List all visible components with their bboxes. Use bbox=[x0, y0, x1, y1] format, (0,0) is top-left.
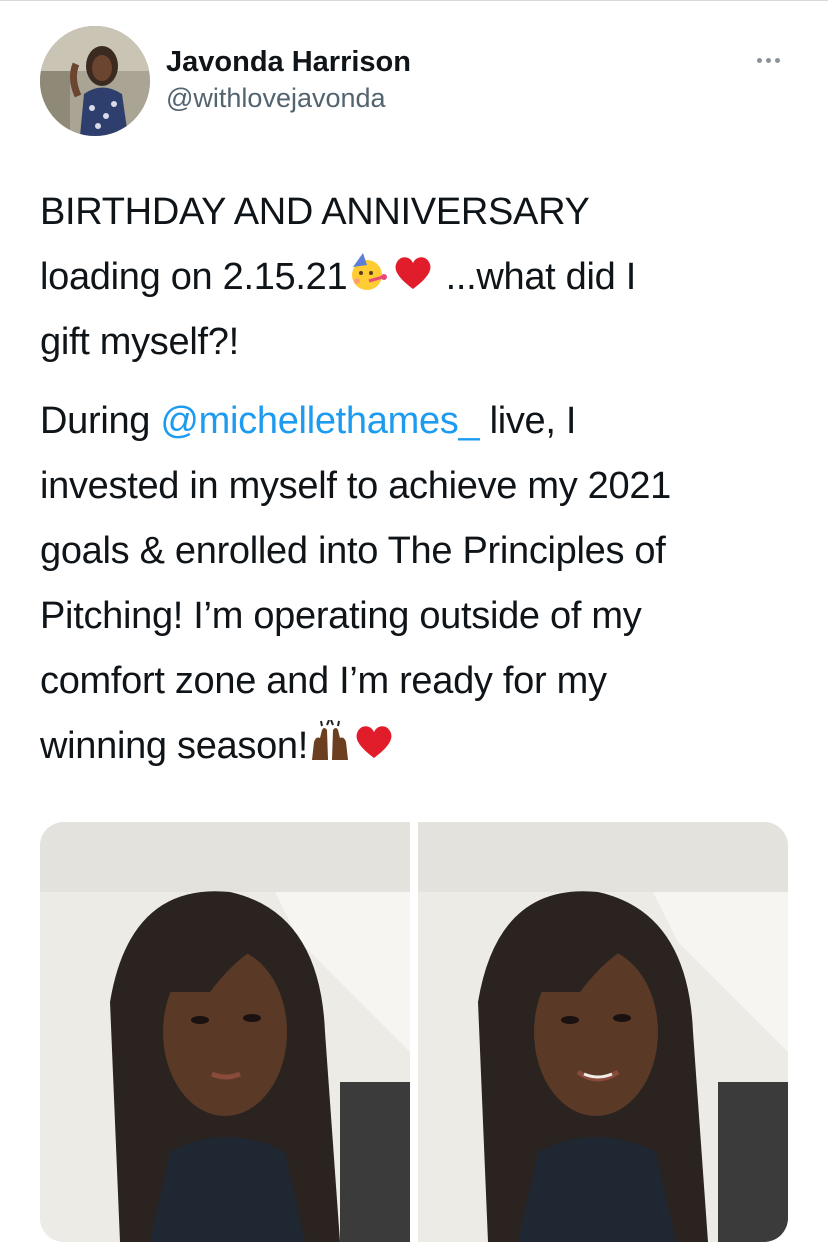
top-divider bbox=[0, 0, 828, 1]
selfie-photo-1[interactable] bbox=[40, 822, 410, 1242]
tweet-line: goals & enrolled into The Principles of bbox=[40, 530, 666, 572]
dot bbox=[756, 57, 762, 63]
tweet-header: Javonda Harrison @withlovejavonda bbox=[40, 26, 788, 136]
avatar-image bbox=[40, 26, 150, 136]
avatar[interactable] bbox=[40, 26, 150, 136]
tweet-line: invested in myself to achieve my 2021 bbox=[40, 465, 672, 507]
tweet-line: Pitching! I’m operating outside of my bbox=[40, 595, 642, 637]
tweet-line: winning season! bbox=[40, 725, 309, 767]
partying-face-emoji bbox=[347, 251, 391, 295]
media-grid bbox=[40, 822, 788, 1242]
tweet-detail: Javonda Harrison @withlovejavonda BIRTHD… bbox=[0, 0, 828, 1258]
more-options-icon[interactable] bbox=[748, 50, 788, 70]
photo-image bbox=[418, 822, 788, 1242]
tweet-line: gift myself?! bbox=[40, 321, 239, 363]
author-handle[interactable]: @withlovejavonda bbox=[166, 80, 411, 116]
tweet-line: ...what did I bbox=[435, 256, 637, 298]
author-display-name[interactable]: Javonda Harrison bbox=[166, 44, 411, 80]
mention-link[interactable]: @michellethames_ bbox=[160, 400, 479, 442]
dot bbox=[765, 57, 771, 63]
tweet-line: BIRTHDAY AND ANNIVERSARY bbox=[40, 191, 590, 233]
red-heart-emoji bbox=[352, 720, 396, 764]
tweet-line: During bbox=[40, 400, 161, 442]
tweet-line: loading on 2.15.21 bbox=[40, 256, 348, 298]
tweet-text: BIRTHDAY AND ANNIVERSARY loading on 2.15… bbox=[40, 180, 800, 779]
author-names: Javonda Harrison @withlovejavonda bbox=[166, 44, 411, 116]
raising-hands-emoji bbox=[308, 720, 352, 764]
tweet-paragraph-1: BIRTHDAY AND ANNIVERSARY loading on 2.15… bbox=[40, 180, 800, 375]
tweet-paragraph-2: During @michellethames_ live, I invested… bbox=[40, 389, 800, 779]
dot bbox=[774, 57, 780, 63]
tweet-line: comfort zone and I’m ready for my bbox=[40, 660, 607, 702]
photo-image bbox=[40, 822, 410, 1242]
red-heart-emoji bbox=[391, 251, 435, 295]
selfie-photo-2[interactable] bbox=[418, 822, 788, 1242]
tweet-line: live, I bbox=[479, 400, 577, 442]
